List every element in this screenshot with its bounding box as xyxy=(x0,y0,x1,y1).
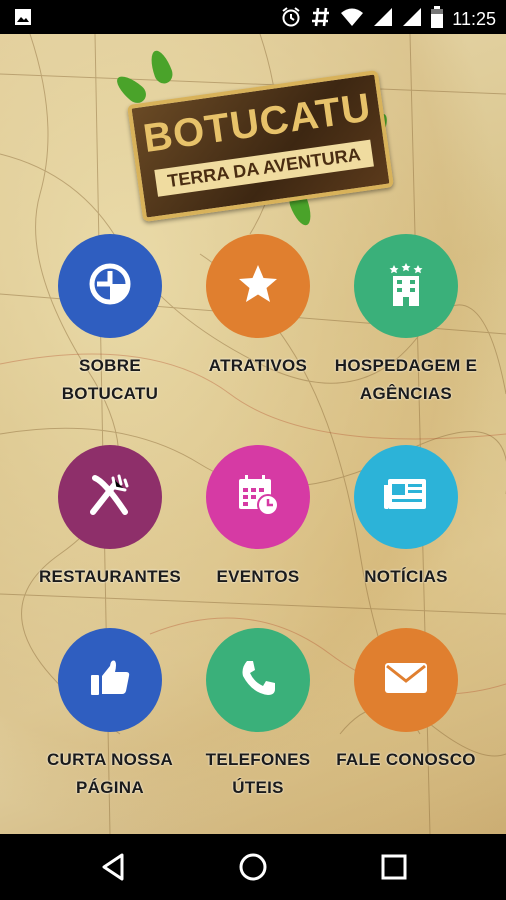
botucatu-logo: BOTUCATU TERRA DA AVENTURA xyxy=(112,42,402,229)
sobre-botucatu-button[interactable] xyxy=(58,234,162,338)
fork-knife-icon xyxy=(85,470,135,524)
menu-label: FALE CONOSCO xyxy=(336,750,476,769)
eventos-button[interactable] xyxy=(206,445,310,549)
calendar-icon xyxy=(235,472,281,522)
restaurantes-button[interactable] xyxy=(58,445,162,549)
image-icon xyxy=(14,8,32,30)
back-icon[interactable] xyxy=(96,852,132,882)
status-bar: 11:25 xyxy=(0,0,506,34)
menu-label: TELEFONES ÚTEIS xyxy=(205,750,311,797)
atrativos-button[interactable] xyxy=(206,234,310,338)
menu-label: CURTA NOSSA PÁGINA xyxy=(46,750,174,797)
menu-item-atrativos[interactable]: ATRATIVOS xyxy=(178,234,338,380)
wifi-icon xyxy=(340,7,364,31)
menu-item-curta-nossa-pagina[interactable]: CURTA NOSSA PÁGINA xyxy=(30,628,190,802)
menu-label: ATRATIVOS xyxy=(208,356,308,375)
fale-conosco-button[interactable] xyxy=(354,628,458,732)
menu-label: HOSPEDAGEM E AGÊNCIAS xyxy=(334,356,478,403)
hash-icon xyxy=(311,6,331,32)
menu-label: SOBRE BOTUCATU xyxy=(61,356,159,403)
menu-label: EVENTOS xyxy=(216,567,300,586)
hotel-icon xyxy=(386,261,426,311)
home-icon[interactable] xyxy=(235,852,271,882)
battery-icon xyxy=(431,6,444,32)
envelope-icon xyxy=(383,660,429,700)
hospedagem-button[interactable] xyxy=(354,234,458,338)
curta-nossa-pagina-button[interactable] xyxy=(58,628,162,732)
noticias-button[interactable] xyxy=(354,445,458,549)
menu-item-hospedagem[interactable]: HOSPEDAGEM E AGÊNCIAS xyxy=(326,234,486,408)
signal-icon xyxy=(402,7,422,31)
star-icon xyxy=(236,262,280,310)
pie-chart-icon xyxy=(87,261,133,311)
recents-icon[interactable] xyxy=(376,852,412,882)
menu-label: RESTAURANTES xyxy=(38,567,182,586)
menu-item-sobre-botucatu[interactable]: SOBRE BOTUCATU xyxy=(30,234,190,408)
navigation-bar xyxy=(0,834,506,900)
phone-icon xyxy=(238,658,278,702)
thumbs-up-icon xyxy=(88,656,132,704)
menu-item-fale-conosco[interactable]: FALE CONOSCO xyxy=(326,628,486,774)
menu-item-telefones-uteis[interactable]: TELEFONES ÚTEIS xyxy=(178,628,338,802)
telefones-uteis-button[interactable] xyxy=(206,628,310,732)
menu-item-restaurantes[interactable]: RESTAURANTES xyxy=(30,445,190,591)
signal-icon xyxy=(373,7,393,31)
menu-label: NOTÍCIAS xyxy=(364,567,448,586)
menu-item-eventos[interactable]: EVENTOS xyxy=(178,445,338,591)
clock-time: 11:25 xyxy=(452,8,496,29)
logo-board: BOTUCATU TERRA DA AVENTURA xyxy=(127,69,394,223)
menu-item-noticias[interactable]: NOTÍCIAS xyxy=(326,445,486,591)
newspaper-icon xyxy=(382,475,430,519)
alarm-icon xyxy=(280,6,302,32)
